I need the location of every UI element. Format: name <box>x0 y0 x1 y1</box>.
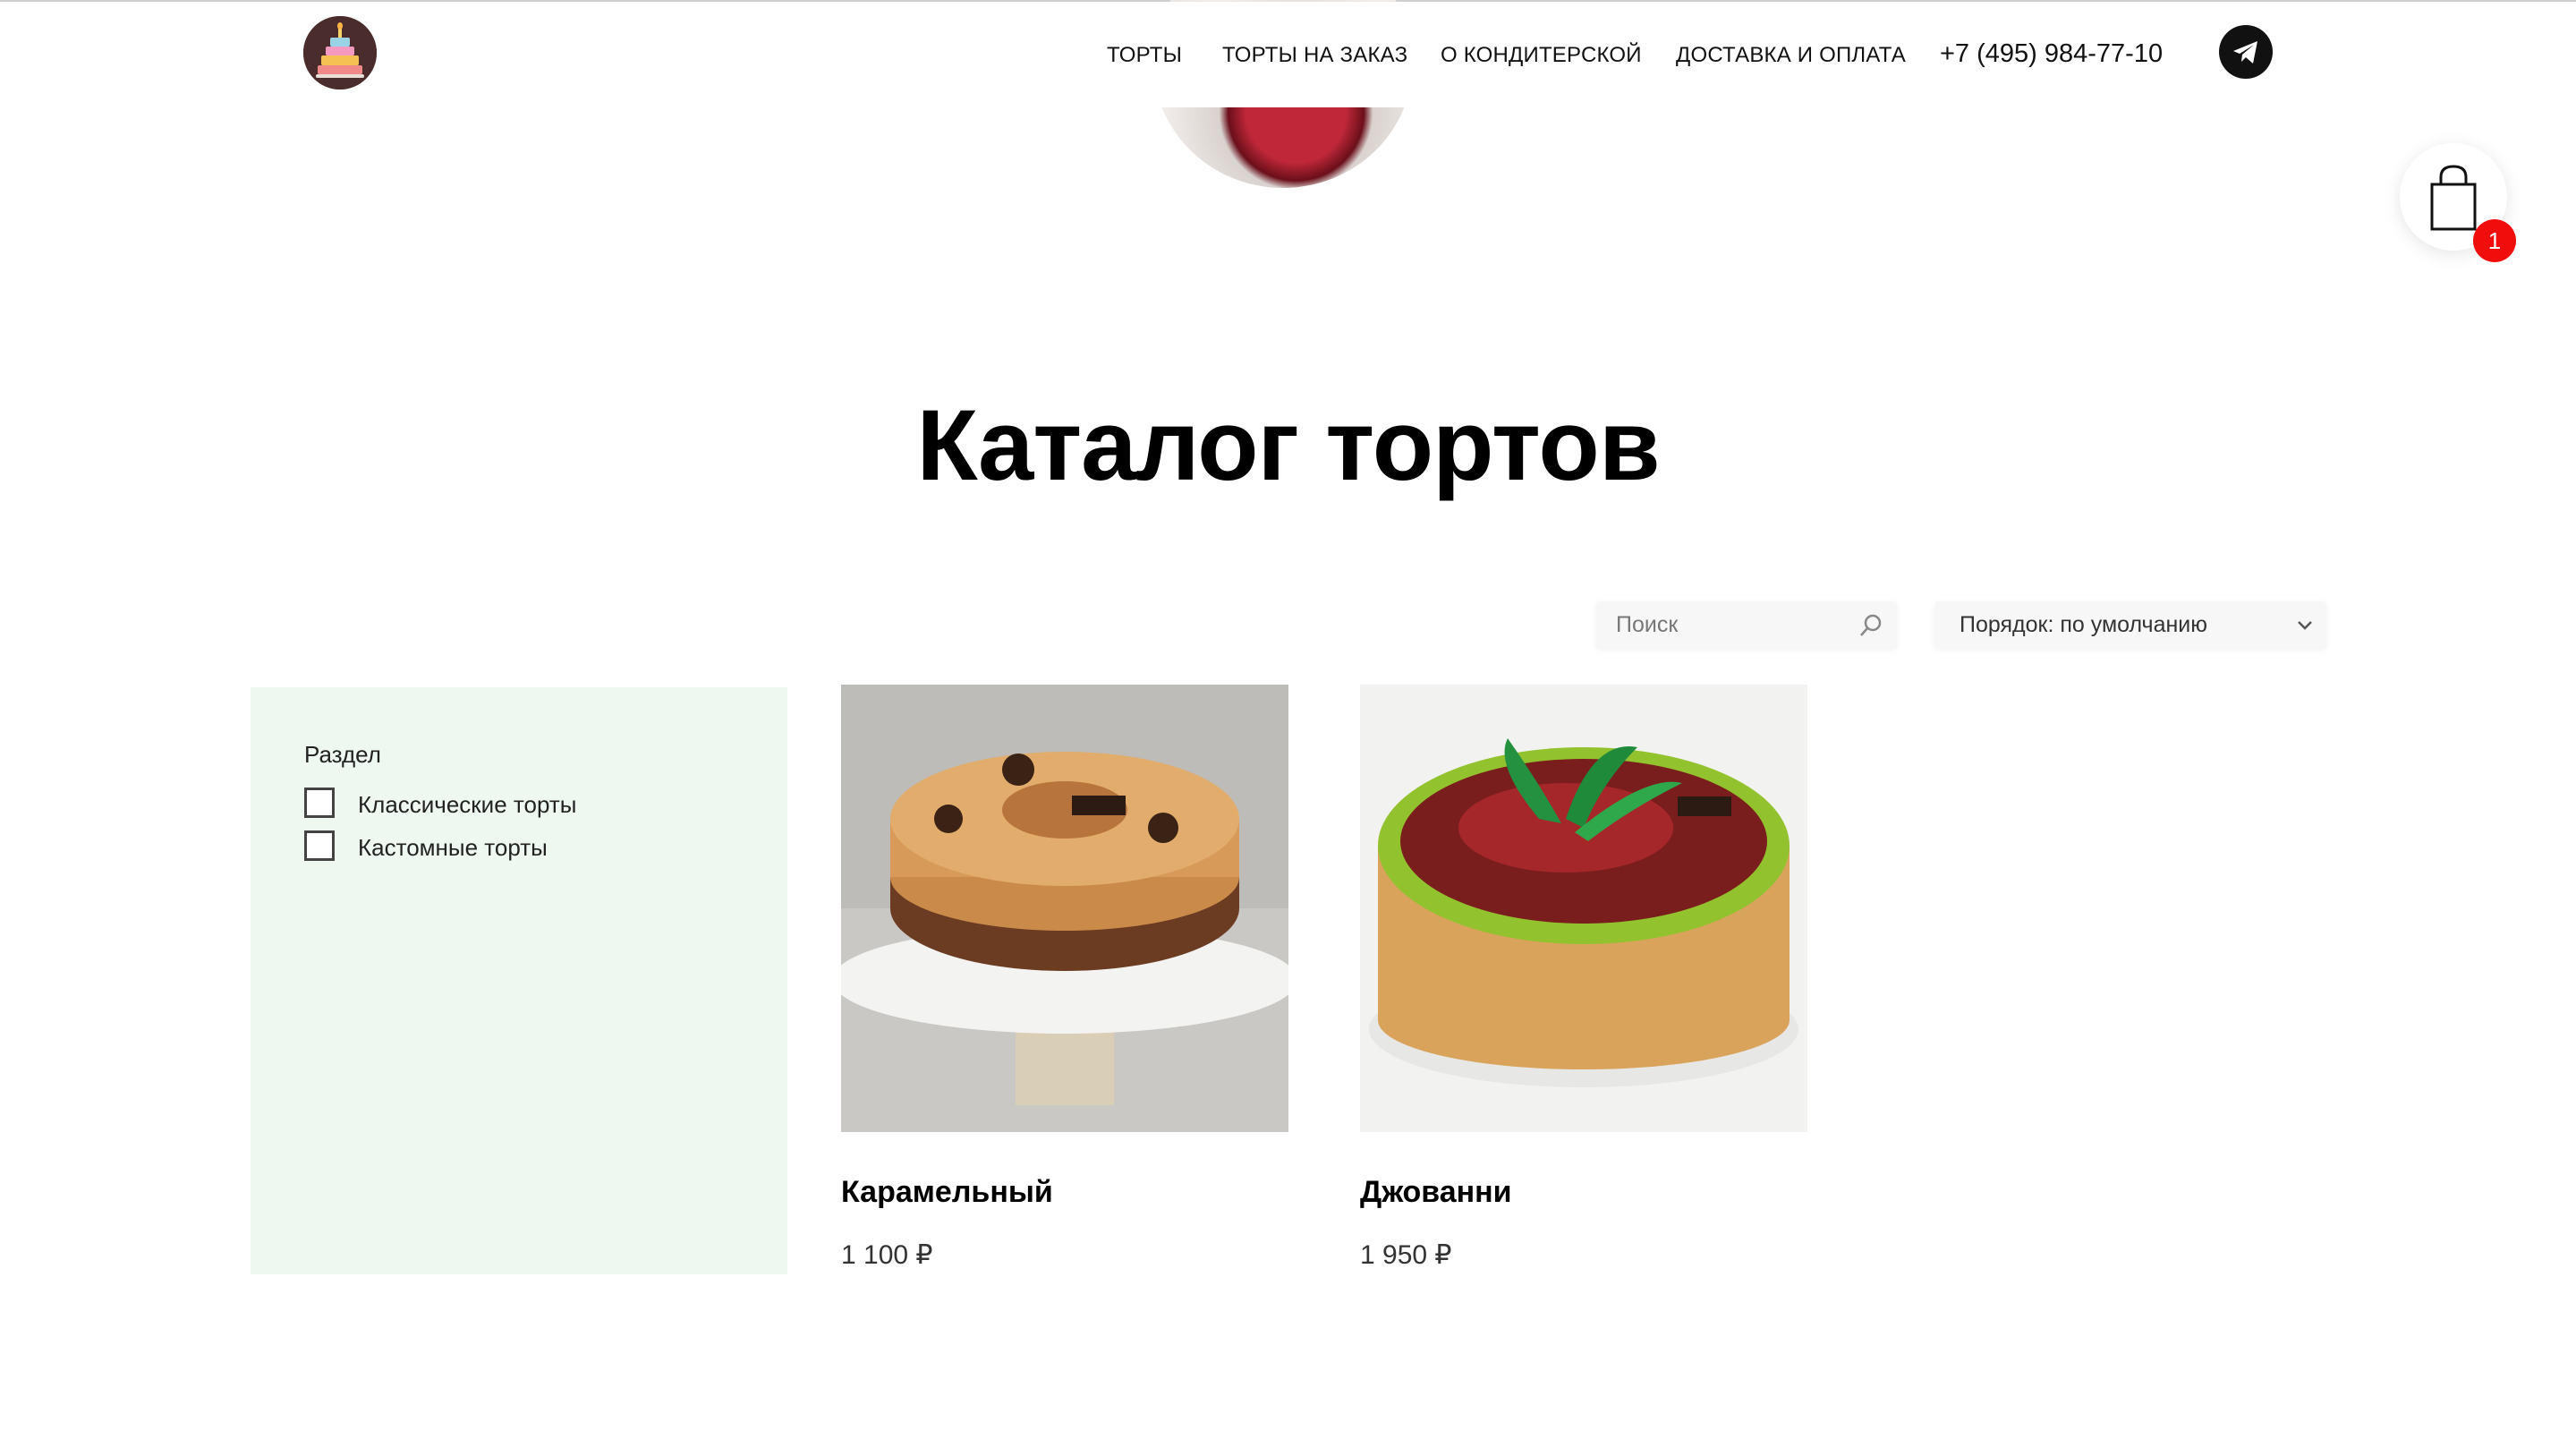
telegram-icon[interactable] <box>2219 25 2273 79</box>
nav-item-custom-cakes[interactable]: ТОРТЫ НА ЗАКАЗ <box>1222 43 1407 68</box>
nav-item-about[interactable]: О КОНДИТЕРСКОЙ <box>1441 43 1642 68</box>
sort-select[interactable]: Порядок: по умолчанию <box>1934 601 2326 648</box>
checkbox[interactable] <box>304 788 335 818</box>
search-icon[interactable] <box>1858 613 1883 638</box>
chevron-down-icon <box>2298 621 2312 630</box>
search-input[interactable] <box>1596 601 1858 648</box>
search-field <box>1596 601 1897 648</box>
product-price: 1 100 ₽ <box>841 1240 933 1270</box>
product-image[interactable] <box>841 685 1288 1132</box>
phone-link[interactable]: +7 (495) 984-77-10 <box>1940 39 2163 69</box>
filter-option-classic[interactable]: Классические торты <box>304 788 591 823</box>
filter-option-label: Кастомные торты <box>358 834 548 861</box>
nav-item-delivery[interactable]: ДОСТАВКА И ОПЛАТА <box>1676 43 1906 68</box>
product-price: 1 950 ₽ <box>1360 1240 1452 1270</box>
filter-option-custom[interactable]: Кастомные торты <box>304 830 591 866</box>
site-header: ТОРТЫ ТОРТЫ НА ЗАКАЗ О КОНДИТЕРСКОЙ ДОСТ… <box>0 2 2576 107</box>
nav-item-cakes[interactable]: ТОРТЫ <box>1107 43 1182 68</box>
product-name[interactable]: Джованни <box>1360 1175 1512 1210</box>
filter-option-label: Классические торты <box>358 791 577 818</box>
product-name[interactable]: Карамельный <box>841 1175 1053 1210</box>
filter-panel: Раздел Классические торты Кастомные торт… <box>251 687 787 1274</box>
page-title: Каталог тортов <box>916 389 1660 502</box>
main-nav: ТОРТЫ ТОРТЫ НА ЗАКАЗ О КОНДИТЕРСКОЙ ДОСТ… <box>0 43 2576 73</box>
product-image[interactable] <box>1360 685 1807 1132</box>
filter-title: Раздел <box>304 741 381 768</box>
sort-label: Порядок: по умолчанию <box>1960 612 2207 637</box>
checkbox[interactable] <box>304 830 335 861</box>
cart-count-badge: 1 <box>2473 219 2516 262</box>
